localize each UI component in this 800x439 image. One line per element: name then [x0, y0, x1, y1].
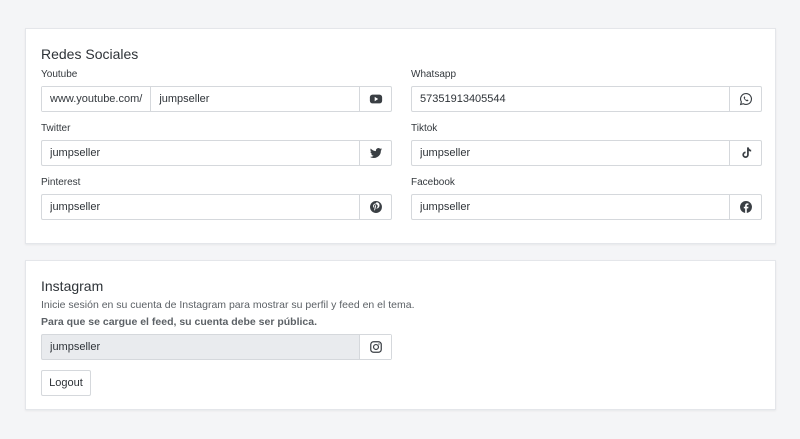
facebook-icon	[729, 195, 761, 219]
tiktok-input[interactable]	[412, 141, 729, 165]
twitter-input[interactable]	[42, 141, 359, 165]
instagram-input	[42, 335, 359, 359]
instagram-title: Instagram	[41, 278, 104, 294]
twitter-input-group	[41, 140, 392, 166]
pinterest-input[interactable]	[42, 195, 359, 219]
whatsapp-input-group	[411, 86, 762, 112]
twitter-icon	[359, 141, 391, 165]
facebook-label: Facebook	[411, 177, 455, 188]
instagram-public-note: Para que se cargue el feed, su cuenta de…	[41, 316, 318, 328]
twitter-label: Twitter	[41, 123, 71, 134]
pinterest-icon	[359, 195, 391, 219]
instagram-description: Inicie sesión en su cuenta de Instagram …	[41, 299, 415, 311]
whatsapp-icon	[729, 87, 761, 111]
tiktok-input-group	[411, 140, 762, 166]
logout-button[interactable]: Logout	[41, 370, 91, 396]
social-networks-card: Redes Sociales Youtube www.youtube.com/ …	[25, 28, 776, 244]
tiktok-icon	[729, 141, 761, 165]
social-networks-title: Redes Sociales	[41, 46, 139, 62]
whatsapp-input[interactable]	[412, 87, 729, 111]
youtube-icon	[359, 87, 391, 111]
youtube-label: Youtube	[41, 69, 78, 80]
instagram-input-group	[41, 334, 392, 360]
pinterest-label: Pinterest	[41, 177, 81, 188]
facebook-input-group	[411, 194, 762, 220]
youtube-input-group: www.youtube.com/	[41, 86, 392, 112]
youtube-input[interactable]	[151, 87, 359, 111]
facebook-input[interactable]	[412, 195, 729, 219]
instagram-field	[41, 334, 392, 360]
youtube-url-prefix: www.youtube.com/	[42, 87, 152, 111]
pinterest-input-group	[41, 194, 392, 220]
whatsapp-label: Whatsapp	[411, 69, 457, 80]
instagram-card: Instagram Inicie sesión en su cuenta de …	[25, 260, 776, 410]
tiktok-label: Tiktok	[411, 123, 438, 134]
instagram-icon	[359, 335, 391, 359]
